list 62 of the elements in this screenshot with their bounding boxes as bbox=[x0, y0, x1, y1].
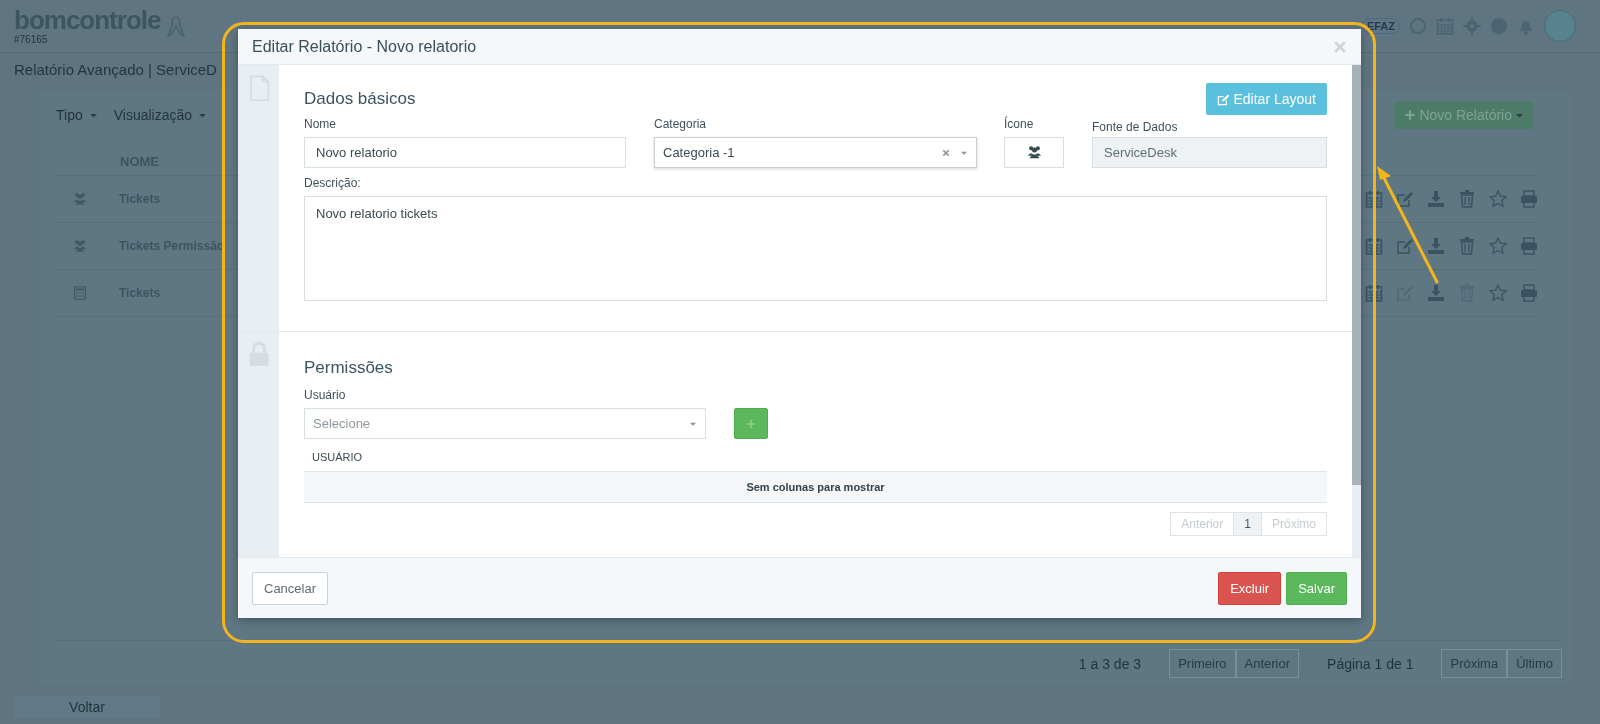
field-label: Fonte de Dados bbox=[1092, 120, 1179, 134]
empty-table-message: Sem colunas para mostrar bbox=[304, 472, 1327, 503]
pagination-button[interactable]: Primeiro bbox=[1169, 649, 1236, 678]
description-field[interactable]: Novo relatorio tickets bbox=[304, 196, 1327, 301]
calendar-icon[interactable] bbox=[1365, 237, 1383, 255]
field-label: Ícone bbox=[1004, 117, 1035, 131]
edit-layout-button[interactable]: Editar Layout bbox=[1205, 83, 1327, 115]
plus-icon bbox=[1404, 109, 1417, 121]
star-icon[interactable] bbox=[1489, 190, 1507, 208]
add-button[interactable] bbox=[734, 408, 768, 439]
section-title: Permissões bbox=[304, 358, 394, 378]
name-field[interactable]: Novo relatorio bbox=[304, 137, 626, 168]
record-count: 1 a 3 de 3 bbox=[1078, 655, 1142, 672]
trash-icon[interactable] bbox=[1458, 237, 1476, 255]
category-select[interactable]: Categoria -1 bbox=[654, 137, 977, 168]
calendar-icon[interactable] bbox=[1365, 190, 1383, 208]
cancel-button[interactable]: Cancelar bbox=[252, 571, 329, 605]
section-title: Dados básicos bbox=[304, 89, 416, 109]
column-header: USUÁRIO bbox=[312, 451, 363, 463]
save-button[interactable]: Salvar bbox=[1286, 571, 1347, 605]
plus-icon bbox=[746, 418, 756, 429]
user-select[interactable]: Selecione bbox=[304, 408, 706, 439]
scrollbar[interactable] bbox=[1352, 65, 1361, 485]
filter-dropdown[interactable]: Tipo bbox=[56, 107, 98, 123]
data-source-field: ServiceDesk bbox=[1092, 137, 1327, 168]
printer-icon[interactable] bbox=[1520, 237, 1538, 255]
delete-button[interactable]: Excluir bbox=[1218, 571, 1282, 605]
field-label: Nome bbox=[304, 117, 337, 131]
account-number: #76165 bbox=[14, 34, 49, 45]
page-title: Relatório Avançado | ServiceD bbox=[14, 61, 217, 80]
filter-dropdown[interactable]: Visualização bbox=[113, 107, 208, 123]
trash-icon[interactable] bbox=[1458, 190, 1476, 208]
pagination-button[interactable]: Anterior bbox=[1235, 649, 1300, 678]
edit-icon[interactable] bbox=[1396, 190, 1414, 208]
field-label: Usuário bbox=[304, 388, 347, 402]
avatar[interactable] bbox=[1544, 10, 1576, 42]
group-icon bbox=[1026, 145, 1042, 160]
star-icon[interactable] bbox=[1489, 284, 1507, 302]
edit-icon bbox=[1216, 92, 1230, 106]
dialog-title: Editar Relatório - Novo relatorio bbox=[252, 37, 477, 56]
back-button[interactable]: Voltar bbox=[14, 696, 160, 718]
field-label: Categoria bbox=[654, 117, 708, 131]
group-icon bbox=[73, 239, 87, 253]
printer-icon[interactable] bbox=[1520, 284, 1538, 302]
calculator-icon bbox=[73, 286, 87, 300]
page-info: Página 1 de 1 bbox=[1327, 655, 1414, 672]
group-icon bbox=[73, 192, 87, 206]
icon-picker[interactable] bbox=[1004, 137, 1064, 168]
clear-icon bbox=[942, 148, 950, 157]
pagination-button[interactable]: Último bbox=[1507, 649, 1562, 678]
download-icon[interactable] bbox=[1427, 237, 1445, 255]
page-button[interactable]: 1 bbox=[1233, 512, 1262, 536]
pagination-button[interactable]: Próxima bbox=[1441, 649, 1508, 678]
download-icon[interactable] bbox=[1427, 190, 1445, 208]
close-icon[interactable] bbox=[1333, 39, 1347, 54]
download-icon[interactable] bbox=[1427, 284, 1445, 302]
calendar-icon[interactable] bbox=[1365, 284, 1383, 302]
field-label: Descrição: bbox=[304, 176, 362, 190]
star-icon[interactable] bbox=[1489, 237, 1507, 255]
previous-button[interactable]: Anterior bbox=[1170, 512, 1235, 536]
next-button[interactable]: Próximo bbox=[1261, 512, 1327, 536]
printer-icon[interactable] bbox=[1520, 190, 1538, 208]
